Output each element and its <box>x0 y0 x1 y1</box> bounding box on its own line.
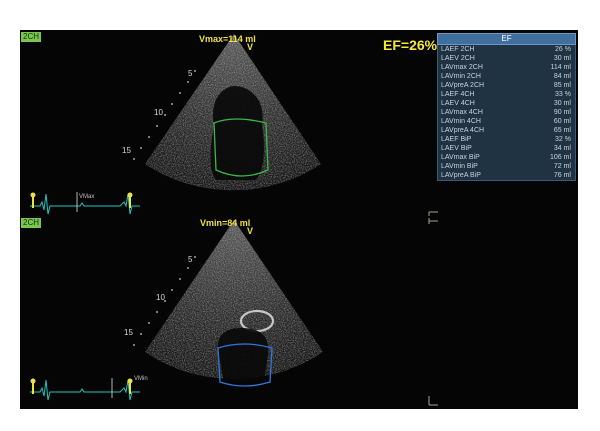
ef-row-label: LAVmax 2CH <box>441 64 483 71</box>
echo-view-vmax: 2CH Vmax=114 ml V 5 10 15 VMax EF=26% EF… <box>20 30 578 216</box>
ef-panel-row[interactable]: LAEV 4CH 30 ml <box>438 99 575 108</box>
view-tag: 2CH <box>21 32 42 42</box>
ef-row-value: 76 ml <box>553 172 571 179</box>
ef-panel-header[interactable]: EF <box>437 33 576 45</box>
ef-panel-row[interactable]: LAVpreA 4CH 65 ml <box>438 126 575 135</box>
ef-row-value: 34 ml <box>553 145 571 152</box>
apex-marker: V <box>247 226 254 236</box>
ef-panel-row[interactable]: LAVpreA 2CH 85 ml <box>438 81 575 90</box>
ef-row-label: LAEV 2CH <box>441 55 475 62</box>
ef-panel-row[interactable]: LAVmin 2CH 84 ml <box>438 72 575 81</box>
ef-row-value: 114 ml <box>550 64 572 71</box>
ef-panel-row[interactable]: LAEF 4CH 33 % <box>438 90 575 99</box>
ef-row-label: LAVpreA BiP <box>441 172 481 179</box>
ef-row-value: 90 ml <box>553 109 571 116</box>
ef-row-value: 60 ml <box>553 118 571 125</box>
ef-row-value: 33 % <box>555 91 571 98</box>
ef-panel-row[interactable]: LAVmin 4CH 60 ml <box>438 117 575 126</box>
ef-row-label: LAEV BiP <box>441 145 472 152</box>
ef-row-label: LAEF 4CH <box>441 91 475 98</box>
depth-label-5: 5 <box>188 69 193 78</box>
ef-row-label: LAVmin 2CH <box>441 73 481 80</box>
ef-row-value: 30 ml <box>553 55 571 62</box>
ef-results-panel: EF LAEF 2CH 26 % LAEV 2CH 30 ml LAVmax 2CH 11… <box>437 33 576 181</box>
depth-label-10: 10 <box>156 293 165 302</box>
apex-marker: V <box>247 42 254 52</box>
ef-row-value: 85 ml <box>553 82 571 89</box>
ecg-marker-label: VMax <box>79 194 95 200</box>
ef-panel-row[interactable]: LAVmax BiP 106 ml <box>438 153 575 162</box>
ef-panel-row[interactable]: LAVmin BiP 72 ml <box>438 162 575 171</box>
depth-label-15: 15 <box>124 328 133 337</box>
depth-label-5: 5 <box>188 255 193 264</box>
ef-row-label: LAEF BiP <box>441 136 472 143</box>
ecg-marker-label: VMin <box>134 376 148 382</box>
ef-row-label: LAVmax BiP <box>441 154 480 161</box>
ef-row-value: 26 % <box>555 46 571 53</box>
ef-row-label: LAEF 2CH <box>441 46 475 53</box>
frame-bracket <box>428 218 438 406</box>
ef-row-label: LAVpreA 2CH <box>441 82 485 89</box>
ef-row-value: 72 ml <box>553 163 571 170</box>
ef-panel-row[interactable]: LAVmax 2CH 114 ml <box>438 63 575 72</box>
ef-panel-row[interactable]: LAEF 2CH 26 % <box>438 45 575 54</box>
ef-row-label: LAEV 4CH <box>441 100 475 107</box>
ef-panel-row[interactable]: LAEV BiP 34 ml <box>438 144 575 153</box>
ef-row-label: LAVmax 4CH <box>441 109 483 116</box>
ef-panel-row[interactable]: LAVpreA BiP 76 ml <box>438 171 575 180</box>
echo-view-vmin: 2CH Vmin=84 ml V 5 10 15 VMin <box>20 216 578 409</box>
depth-label-15: 15 <box>122 146 131 155</box>
ef-panel-body: LAEF 2CH 26 % LAEV 2CH 30 ml LAVmax 2CH 114 m… <box>437 45 576 181</box>
ef-panel-row[interactable]: LAEV 2CH 30 ml <box>438 54 575 63</box>
ef-row-value: 30 ml <box>553 100 571 107</box>
ef-row-label: LAVpreA 4CH <box>441 127 485 134</box>
ef-row-value: 32 % <box>555 136 571 143</box>
depth-label-10: 10 <box>154 108 163 117</box>
ef-panel-row[interactable]: LAEF BiP 32 % <box>438 135 575 144</box>
echo-sector-vmin <box>30 218 438 406</box>
view-tag: 2CH <box>21 218 42 228</box>
ef-readout: EF=26% <box>383 37 438 53</box>
ef-row-value: 84 ml <box>553 73 571 80</box>
ef-row-label: LAVmin BiP <box>441 163 478 170</box>
ef-panel-row[interactable]: LAVmax 4CH 90 ml <box>438 108 575 117</box>
ef-row-label: LAVmin 4CH <box>441 118 481 125</box>
echo-screen: 2CH Vmax=114 ml V 5 10 15 VMax EF=26% EF… <box>20 30 578 409</box>
ecg-trace <box>30 378 140 401</box>
vmin-label: Vmin=84 ml <box>200 218 251 228</box>
ef-row-value: 106 ml <box>549 154 571 161</box>
ef-row-value: 65 ml <box>553 127 571 134</box>
